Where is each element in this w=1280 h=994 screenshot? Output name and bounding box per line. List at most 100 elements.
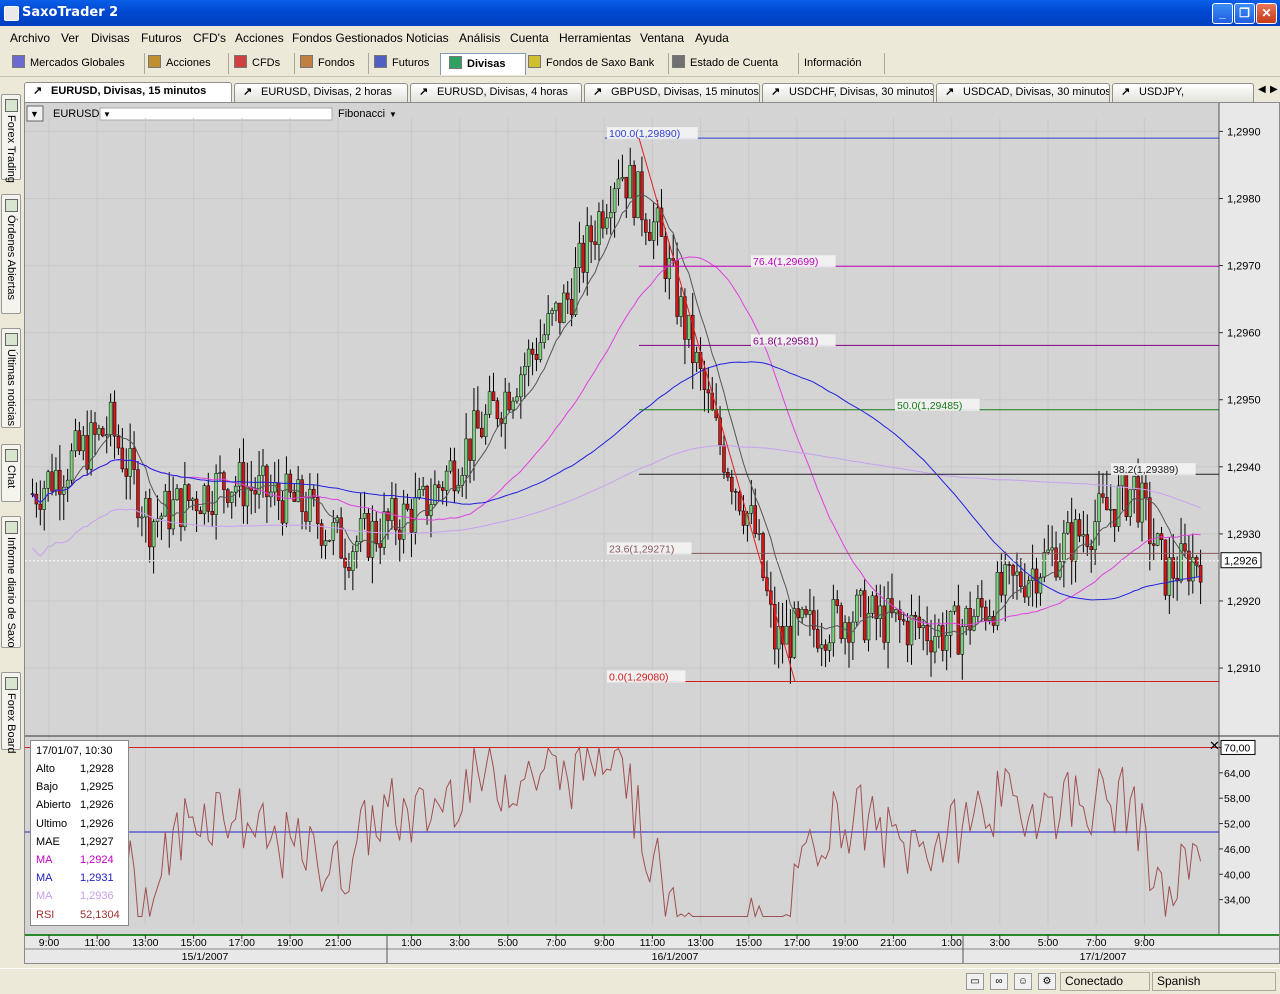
candle [835, 599, 840, 606]
candle [757, 533, 761, 535]
side-tab-3[interactable]: Chat [1, 444, 21, 502]
tab-scroll-left-icon[interactable]: ◀ [1258, 84, 1268, 98]
chart-tab-2[interactable]: ↗ EURUSD, Divisas, 4 horas [410, 83, 582, 102]
info-row: MAE 1,2927 [36, 833, 126, 851]
gear-icon[interactable]: ⚙ [1038, 973, 1056, 990]
side-tab-5[interactable]: Forex Board [1, 672, 21, 754]
candle [694, 351, 699, 363]
nav-tab-2[interactable]: CFDs [226, 53, 295, 74]
user-icon[interactable]: ☺ [1014, 973, 1032, 990]
candle [1007, 564, 1011, 566]
time-tick-label: 19:00 [832, 937, 858, 949]
time-tick-label: 5:00 [498, 937, 519, 949]
menu-11[interactable]: Ventana [640, 31, 684, 45]
menu-5[interactable]: Acciones [235, 31, 284, 45]
menu-10[interactable]: Herramientas [559, 31, 631, 45]
tab-scroll-right-icon[interactable]: ▶ [1270, 84, 1280, 98]
nav-tab-8[interactable]: Información [796, 53, 885, 74]
candle [468, 438, 472, 461]
info-value: 1,2925 [80, 781, 114, 794]
svg-text:▼: ▼ [389, 110, 397, 119]
candle [636, 171, 640, 218]
side-tab-label: Últimas noticias [5, 349, 17, 427]
side-tab-2[interactable]: Últimas noticias [1, 328, 21, 428]
candle [218, 472, 222, 474]
time-tick-label: 3:00 [449, 937, 470, 949]
close-button[interactable]: ✕ [1256, 3, 1277, 24]
time-tick-label: 1:00 [401, 937, 422, 949]
candle [206, 485, 211, 512]
chart-area[interactable]: ▼ EURUSD ▼ Fibonacci ▼ 1,2990 1,2980 1,2970 1,29… [24, 102, 1280, 964]
menu-3[interactable]: Futuros [141, 31, 182, 45]
chart-tab-0[interactable]: ↗ EURUSD, Divisas, 15 minutos [24, 82, 232, 103]
candle [1183, 543, 1187, 552]
candle [421, 485, 425, 490]
side-tab-0[interactable]: Forex Trading [1, 94, 21, 183]
candle [784, 625, 789, 645]
menu-4[interactable]: CFD's [193, 31, 226, 45]
candle [347, 567, 351, 571]
chart-tab-4[interactable]: ↗ USDCHF, Divisas, 30 minutos [762, 83, 934, 102]
fx-icon [449, 56, 462, 69]
menu-1[interactable]: Ver [61, 31, 79, 45]
nav-tab-6[interactable]: Fondos de Saxo Bank [520, 53, 669, 74]
monitor-icon[interactable]: ▭ [966, 973, 984, 990]
candle [433, 484, 437, 505]
nav-tab-7[interactable]: Estado de Cuenta [664, 53, 799, 74]
fund-icon [300, 55, 313, 68]
candle [862, 590, 867, 641]
candle [855, 594, 859, 623]
candle [706, 389, 711, 394]
chart-tab-label: GBPUSD, Divisas, 15 minutos [611, 86, 759, 98]
info-datetime: 17/01/07, 10:30 [36, 745, 113, 757]
candle [77, 430, 82, 452]
candle [108, 401, 113, 435]
chart-tab-label: EURUSD, Divisas, 15 minutos [51, 85, 207, 97]
menu-6[interactable]: Fondos Gestionados [292, 31, 403, 45]
candle [1003, 564, 1008, 596]
nav-tab-3[interactable]: Fondos [292, 53, 369, 74]
menu-8[interactable]: Análisis [459, 31, 500, 45]
info-label: Bajo [36, 781, 59, 794]
menu-0[interactable]: Archivo [10, 31, 50, 45]
candle [788, 625, 793, 658]
menu-12[interactable]: Ayuda [695, 31, 729, 45]
chart-tab-3[interactable]: ↗ GBPUSD, Divisas, 15 minutos [584, 83, 760, 102]
candle [882, 605, 886, 643]
side-tab-4[interactable]: Informe diario de Saxo [1, 516, 21, 648]
candle [62, 486, 66, 495]
candle [905, 620, 910, 646]
candle [1151, 543, 1156, 546]
menu-9[interactable]: Cuenta [510, 31, 549, 45]
nav-tab-1[interactable]: Acciones [140, 53, 229, 74]
nav-tab-4[interactable]: Futuros [366, 53, 447, 74]
candle [737, 491, 742, 512]
nav-tab-5[interactable]: Divisas [440, 53, 526, 75]
candle [226, 489, 230, 503]
nav-tab-label: Acciones [166, 57, 211, 69]
candle [210, 511, 214, 515]
minimize-button[interactable]: _ [1212, 3, 1233, 24]
menu-2[interactable]: Divisas [91, 31, 130, 45]
candle [749, 505, 754, 514]
price-tick-label: 1,2930 [1227, 529, 1261, 541]
chart-tab-1[interactable]: ↗ EURUSD, Divisas, 2 horas [234, 83, 408, 102]
candle [808, 610, 812, 615]
candle [663, 236, 668, 279]
nav-tab-0[interactable]: Mercados Globales [4, 53, 145, 74]
menu-7[interactable]: Noticias [406, 31, 449, 45]
chart-tab-5[interactable]: ↗ USDCAD, Divisas, 30 minutos [936, 83, 1110, 102]
panel-icon [5, 199, 18, 212]
price-chart[interactable]: ▼ EURUSD ▼ Fibonacci ▼1,29901,29801,29701,29… [25, 103, 1279, 963]
candle [276, 482, 281, 501]
candle [1108, 508, 1113, 511]
chart-tab-6[interactable]: ↗ USDJPY, [1112, 83, 1254, 102]
candle [913, 615, 918, 618]
candle [1038, 576, 1043, 594]
side-tab-1[interactable]: Órdenes Abiertas [1, 194, 21, 314]
candle [722, 444, 726, 473]
link-icon[interactable]: ∞ [990, 973, 1008, 990]
maximize-button[interactable]: ❐ [1234, 3, 1255, 24]
rsi-tick-label: 52,00 [1224, 819, 1250, 831]
candle [1148, 497, 1152, 545]
